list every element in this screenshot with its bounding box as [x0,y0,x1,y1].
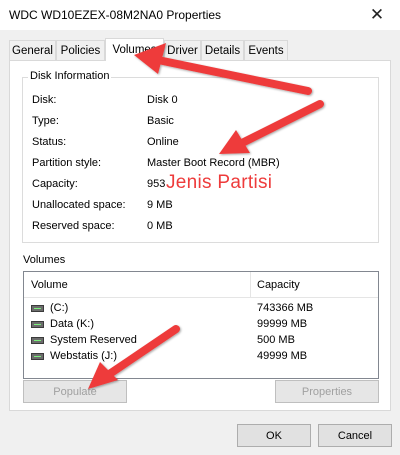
list-item[interactable]: Data (K:) 99999 MB [24,318,378,332]
volumes-label: Volumes [23,254,66,266]
disk-information-label: Disk Information [28,70,112,82]
column-header-capacity[interactable]: Capacity [257,279,300,291]
window-title: WDC WD10EZEX-08M2NA0 Properties [9,8,222,22]
volumes-list[interactable]: Volume Capacity (C:) 743366 MB Data (K:)… [23,271,379,379]
tab-general[interactable]: General [9,40,56,60]
disk-icon [31,353,44,360]
reserved-space-label: Reserved space: [32,220,115,232]
disk-icon [31,321,44,328]
cancel-button[interactable]: Cancel [318,424,392,447]
volume-name: System Reserved [50,334,137,346]
partition-style-label: Partition style: [32,157,102,169]
unallocated-space-value: 9 MB [147,199,173,211]
capacity-value: 953 [147,178,166,190]
tab-details[interactable]: Details [201,40,244,60]
disk-icon [31,337,44,344]
disk-label: Disk: [32,94,57,106]
disk-icon [31,305,44,312]
tab-volumes[interactable]: Volumes [105,38,164,61]
status-label: Status: [32,136,67,148]
capacity-label: Capacity: [32,178,78,190]
properties-button[interactable]: Properties [275,380,379,403]
volume-name: Webstatis (J:) [50,350,118,362]
type-value: Basic [147,115,174,127]
volume-capacity: 49999 MB [257,350,308,362]
volume-capacity: 743366 MB [257,302,314,314]
tab-policies[interactable]: Policies [56,40,105,60]
close-icon: ✕ [369,5,385,24]
list-item[interactable]: Webstatis (J:) 49999 MB [24,350,378,364]
type-label: Type: [32,115,59,127]
disk-value: Disk 0 [147,94,178,106]
status-value: Online [147,136,179,148]
partition-style-value: Master Boot Record (MBR) [147,157,280,169]
column-header-volume[interactable]: Volume [31,279,68,291]
volume-capacity: 99999 MB [257,318,308,330]
title-bar: WDC WD10EZEX-08M2NA0 Properties ✕ [0,0,400,30]
tab-events[interactable]: Events [244,40,288,60]
unallocated-space-label: Unallocated space: [32,199,126,211]
list-header: Volume Capacity [24,272,378,298]
ok-button[interactable]: OK [237,424,311,447]
volumes-panel: Disk Information Disk: Disk 0 Type: Basi… [9,60,391,411]
volume-name: Data (K:) [50,318,95,330]
tab-driver[interactable]: Driver [164,40,201,60]
column-divider[interactable] [250,272,251,298]
list-item[interactable]: (C:) 743366 MB [24,302,378,316]
populate-button[interactable]: Populate [23,380,127,403]
close-button[interactable]: ✕ [354,0,400,30]
volume-name: (C:) [50,302,69,314]
list-item[interactable]: System Reserved 500 MB [24,334,378,348]
annotation-text: Jenis Partisi [166,172,273,193]
reserved-space-value: 0 MB [147,220,173,232]
volume-capacity: 500 MB [257,334,295,346]
